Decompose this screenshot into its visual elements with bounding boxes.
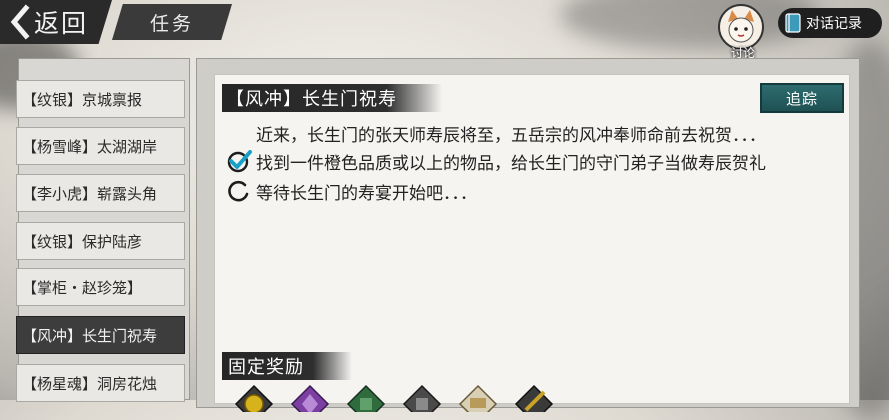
discuss-button[interactable]: 讨论 — [714, 4, 772, 60]
back-button[interactable]: 返回 — [6, 4, 88, 40]
chevron-left-icon — [10, 4, 30, 40]
quest-description: 近来，长生门的张天师寿辰将至，五岳宗的风冲奉师命前去祝贺．．． — [256, 126, 766, 146]
reward-item[interactable] — [512, 382, 556, 420]
purple-item-icon — [290, 384, 330, 420]
rewards-title-bar: 固定奖励 — [222, 352, 352, 380]
task-item-pending: 等待长生门的寿宴开始吧．．． — [226, 178, 477, 204]
quest-title-bar: 【风冲】长生门祝寿 — [222, 84, 442, 112]
gold-coin-icon — [234, 384, 274, 420]
task-item-done: 找到一件橙色品质或以上的物品，给长生门的守门弟子当做寿辰贺礼 — [226, 148, 766, 174]
track-button[interactable]: 追踪 — [760, 83, 844, 113]
page-title-plate: 任务 — [112, 4, 232, 40]
task-text: 等待长生门的寿宴开始吧．．． — [256, 183, 477, 204]
reward-item[interactable] — [456, 382, 500, 420]
scroll-item-icon — [458, 384, 498, 420]
checkmark-icon — [227, 150, 252, 173]
quest-list-item[interactable]: 【纹银】保护陆彦 — [16, 222, 185, 260]
gray-item-icon — [402, 384, 442, 420]
dialog-log-button[interactable]: 对话记录 — [778, 8, 882, 38]
quest-list-item-selected[interactable]: 【风冲】长生门祝寿 — [16, 316, 185, 354]
task-text: 找到一件橙色品质或以上的物品，给长生门的守门弟子当做寿辰贺礼 — [256, 153, 766, 174]
quest-list-item[interactable]: 【杨雪峰】太湖湖岸 — [16, 127, 185, 165]
quest-list-item[interactable]: 【掌柜・赵珍笼】 — [16, 268, 185, 306]
book-icon — [785, 13, 801, 33]
back-label: 返回 — [34, 9, 89, 38]
dialog-log-label: 对话记录 — [806, 16, 862, 32]
quest-list-item[interactable]: 【杨星魂】洞房花烛 — [16, 364, 185, 402]
quest-title: 【风冲】长生门祝寿 — [226, 89, 397, 110]
rewards-title: 固定奖励 — [228, 357, 304, 378]
progress-ring-icon — [228, 180, 249, 202]
track-label: 追踪 — [785, 89, 818, 108]
reward-item[interactable] — [232, 382, 276, 420]
reward-item[interactable] — [400, 382, 444, 420]
green-item-icon — [346, 384, 386, 420]
quest-list-item[interactable]: 【李小虎】崭露头角 — [16, 174, 185, 212]
brush-item-icon — [514, 384, 554, 420]
page-title: 任务 — [149, 12, 194, 35]
reward-item[interactable] — [344, 382, 388, 420]
reward-item[interactable] — [288, 382, 332, 420]
quest-list-item[interactable]: 【纹银】京城禀报 — [16, 80, 185, 118]
